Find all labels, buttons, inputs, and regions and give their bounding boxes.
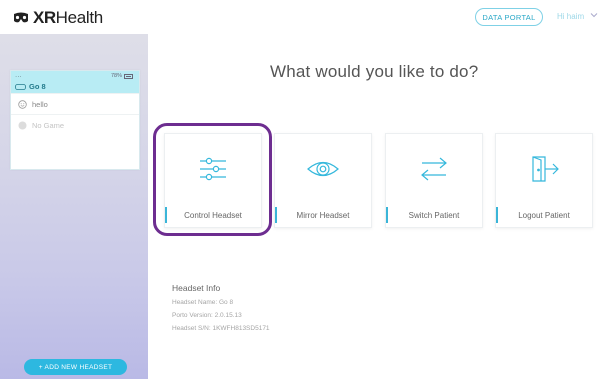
data-portal-button[interactable]: DATA PORTAL <box>475 8 543 26</box>
battery-icon <box>124 73 133 79</box>
eye-icon <box>307 161 339 177</box>
add-new-headset-button[interactable]: + ADD NEW HEADSET <box>24 359 127 375</box>
top-header: XR Health DATA PORTAL Hi haim <box>0 0 603 34</box>
chevron-down-icon[interactable] <box>590 11 598 19</box>
more-options-icon[interactable]: ... <box>15 70 22 79</box>
logout-patient-label: Logout Patient <box>518 211 570 220</box>
headset-name-label: Go 8 <box>29 82 46 91</box>
door-exit-icon <box>532 156 559 182</box>
switch-patient-label: Switch Patient <box>408 211 460 220</box>
mirror-headset-tile[interactable]: Mirror Headset <box>274 133 372 228</box>
battery-level: 78% <box>110 73 122 79</box>
logo-text-bold: XR <box>33 8 56 27</box>
headset-name-line: Headset Name: Go 8 <box>172 299 234 306</box>
smiley-icon <box>18 99 27 109</box>
swap-arrows-icon <box>421 157 447 181</box>
logout-patient-tile[interactable]: Logout Patient <box>495 133 593 228</box>
control-headset-highlight-annotation <box>153 123 272 236</box>
sidebar: ... 78% Go 8 hello No Game + ADD NEW HEA… <box>0 34 148 379</box>
xrhealth-logo[interactable]: XR Health <box>12 8 103 28</box>
vr-headset-logo-icon <box>14 12 28 23</box>
headset-serial-line: Headset S/N: 1KWFH813SD5171 <box>172 325 270 332</box>
headset-user-row[interactable]: hello <box>11 93 139 114</box>
headset-card-header[interactable]: ... 78% Go 8 <box>11 70 139 93</box>
headset-game-label: No Game <box>32 120 65 130</box>
mirror-headset-label: Mirror Headset <box>296 211 350 220</box>
porto-version-line: Porto Version: 2.0.15.13 <box>172 312 242 319</box>
user-greeting[interactable]: Hi haim <box>557 12 584 21</box>
headset-info-panel: Headset Info Headset Name: Go 8 Porto Ve… <box>172 283 270 335</box>
page-title: What would you like to do? <box>270 62 479 81</box>
headset-game-row[interactable]: No Game <box>11 114 139 135</box>
headset-user-label: hello <box>32 99 48 109</box>
logo-text-light: Health <box>55 8 104 27</box>
battery-indicator: 78% <box>111 73 133 79</box>
headset-name: Go 8 <box>15 82 46 91</box>
headset-card[interactable]: ... 78% Go 8 hello No Game <box>10 70 140 170</box>
headset-info-title: Headset Info <box>172 283 221 293</box>
switch-patient-tile[interactable]: Switch Patient <box>385 133 483 228</box>
game-status-icon <box>18 121 27 129</box>
headset-icon <box>15 83 26 90</box>
